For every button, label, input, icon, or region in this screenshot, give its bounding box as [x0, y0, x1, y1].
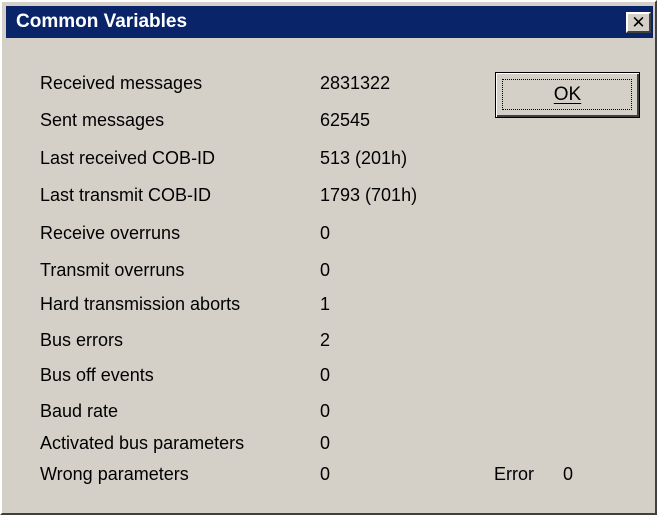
- ok-button[interactable]: OK: [495, 72, 640, 118]
- bus-off-events-label: Bus off events: [40, 365, 154, 385]
- received-messages-value: 2831322: [320, 73, 391, 93]
- close-button[interactable]: ✕: [626, 12, 651, 33]
- common-variables-dialog: Common Variables ✕ Received messages 283…: [0, 0, 657, 515]
- receive-overruns-value: 0: [320, 223, 331, 243]
- activated-bus-parameters-label: Activated bus parameters: [40, 433, 245, 453]
- receive-overruns-label: Receive overruns: [40, 223, 181, 243]
- last-transmit-cob-id-value: 1793 (701h): [320, 185, 418, 205]
- title-bar[interactable]: Common Variables ✕: [6, 6, 653, 38]
- last-received-cob-id-value: 513 (201h): [320, 148, 408, 168]
- ok-button-label: OK: [553, 84, 582, 105]
- activated-bus-parameters-value: 0: [320, 433, 331, 453]
- close-icon: ✕: [631, 13, 646, 32]
- wrong-parameters-value: 0: [320, 464, 331, 484]
- bus-errors-value: 2: [320, 330, 331, 350]
- hard-transmission-aborts-value: 1: [320, 294, 331, 314]
- hard-transmission-aborts-label: Hard transmission aborts: [40, 294, 241, 314]
- error-label: Error: [494, 464, 534, 484]
- transmit-overruns-value: 0: [320, 260, 331, 280]
- baud-rate-label: Baud rate: [40, 401, 119, 421]
- wrong-parameters-label: Wrong parameters: [40, 464, 189, 484]
- bus-off-events-value: 0: [320, 365, 331, 385]
- last-received-cob-id-label: Last received COB-ID: [40, 148, 216, 168]
- bus-errors-label: Bus errors: [40, 330, 124, 350]
- sent-messages-value: 62545: [320, 110, 371, 130]
- sent-messages-label: Sent messages: [40, 110, 165, 130]
- dialog-title: Common Variables: [16, 11, 188, 32]
- last-transmit-cob-id-label: Last transmit COB-ID: [40, 185, 212, 205]
- received-messages-label: Received messages: [40, 73, 203, 93]
- baud-rate-value: 0: [320, 401, 331, 421]
- transmit-overruns-label: Transmit overruns: [40, 260, 185, 280]
- error-value: 0: [563, 464, 574, 484]
